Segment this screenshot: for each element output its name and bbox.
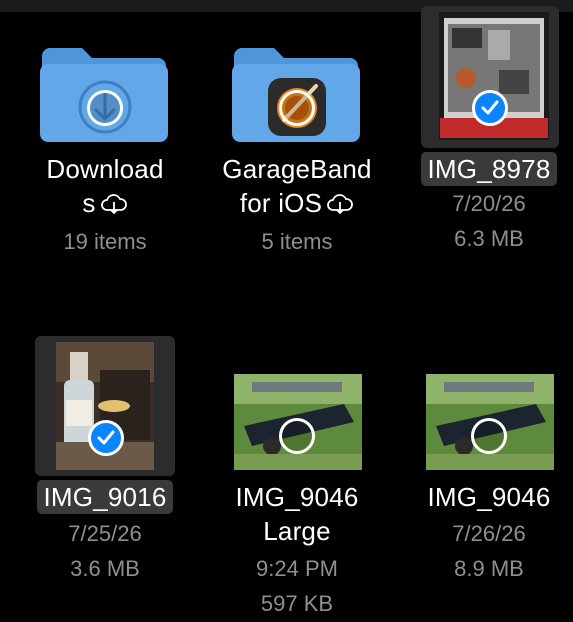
image-thumbnail [234,374,362,470]
file-name: IMG_9016 [37,480,173,514]
item-name: IMG_9016 [20,480,190,514]
item-name: IMG_8978 [404,152,573,186]
selection-ring[interactable] [279,90,315,126]
file-date: 7/20/26 [452,191,526,216]
file-img-9016[interactable]: IMG_9016 7/25/26 3.6 MB [20,330,190,610]
selection-ring[interactable] [279,418,315,454]
selected-checkmark-icon[interactable] [472,90,508,126]
item-name: GarageBand for iOS [212,152,382,223]
item-name: IMG_9046 [427,482,551,512]
file-date: 7/26/26 [452,521,526,546]
file-date: 7/25/26 [68,521,142,546]
item-count: 5 items [261,229,333,254]
item-count: 19 items [63,229,147,254]
file-name: IMG_8978 [421,152,557,186]
image-thumbnail [56,342,154,470]
file-size: 3.6 MB [70,556,140,581]
folder-downloads[interactable]: Download s 19 items [20,20,190,300]
file-size: 6.3 MB [454,226,524,251]
file-size: 8.9 MB [454,556,524,581]
file-img-9046-large[interactable]: IMG_9046 Large 9:24 PM 597 KB [212,330,382,616]
icloud-download-icon[interactable] [100,189,128,223]
selection-ring[interactable] [471,418,507,454]
file-img-8978[interactable]: IMG_8978 7/20/26 6.3 MB [404,0,573,280]
selection-ring[interactable] [87,90,123,126]
file-size: 597 KB [260,591,334,616]
file-grid: Download s 19 items GarageBand for iOS 5… [0,0,573,616]
image-thumbnail [426,374,554,470]
folder-garageband[interactable]: GarageBand for iOS 5 items [212,20,382,300]
item-name: IMG_9046 Large [235,482,359,546]
image-thumbnail [439,12,549,140]
icloud-download-icon[interactable] [326,189,354,223]
folder-thumbnail [20,20,190,160]
file-date: 9:24 PM [256,556,338,581]
item-name: Download s [20,152,190,223]
folder-thumbnail [212,20,382,160]
selected-checkmark-icon[interactable] [88,420,124,456]
file-img-9046[interactable]: IMG_9046 7/26/26 8.9 MB [404,330,573,610]
